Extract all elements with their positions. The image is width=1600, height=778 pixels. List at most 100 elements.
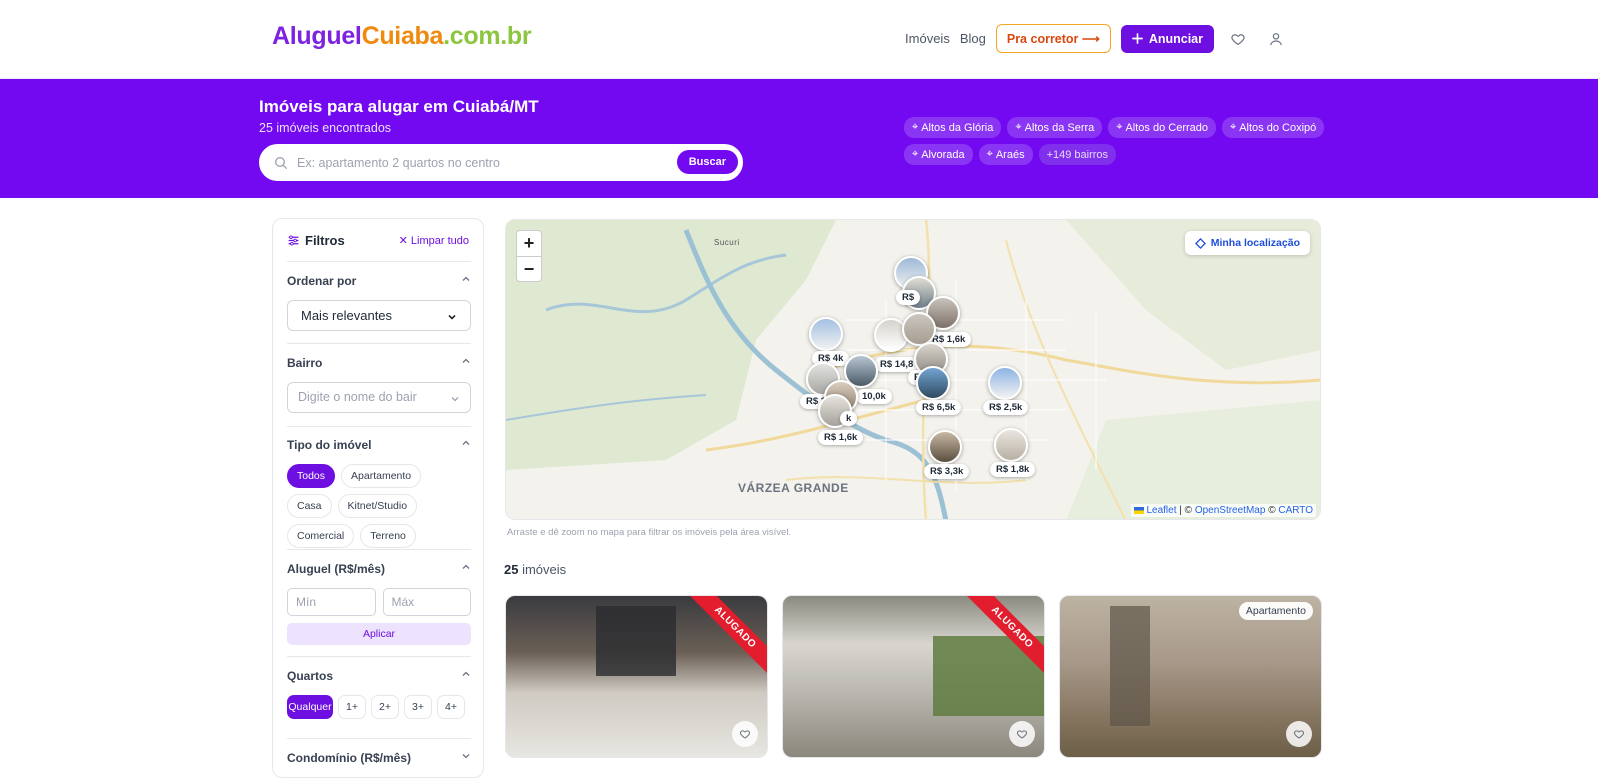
chip-label: Araés	[995, 148, 1025, 161]
card-photo-detail	[596, 606, 676, 676]
map-marker-photo[interactable]	[916, 366, 950, 400]
map-marker-photo[interactable]	[928, 430, 962, 464]
favorites-button[interactable]	[1224, 25, 1252, 53]
pin-icon: ⌖	[1230, 121, 1237, 133]
property-card[interactable]: Apartamento	[1059, 595, 1322, 758]
tipo-option-todos[interactable]: Todos	[287, 464, 336, 488]
user-icon	[1270, 32, 1282, 45]
bairro-input[interactable]: Digite o nome do bair	[287, 382, 471, 413]
quartos-option-1[interactable]: 1+	[338, 695, 366, 719]
map-price-marker[interactable]: R$ 3,3k	[924, 464, 970, 479]
bairro-toggle[interactable]: Bairro	[287, 356, 471, 370]
anunciar-button[interactable]: Anunciar	[1120, 24, 1214, 53]
quartos-option-qualquer[interactable]: Qualquer	[287, 695, 333, 719]
chevron-up-icon	[462, 358, 470, 363]
map-price-marker[interactable]: k	[840, 411, 858, 426]
search-icon	[275, 156, 287, 169]
map-price-marker[interactable]: R$	[896, 290, 921, 305]
search-input[interactable]	[297, 155, 677, 170]
chip-bairro[interactable]: ⌖ Araés	[978, 144, 1033, 165]
quartos-option-2[interactable]: 2+	[371, 695, 399, 719]
condominio-section: Condomínio (R$/mês)	[287, 751, 471, 765]
filters-title: Filtros	[305, 233, 345, 248]
rent-max-input[interactable]: Máx	[382, 588, 471, 616]
properties-map[interactable]: Sucuri VÁRZEA GRANDE + − Minha localizaç…	[505, 219, 1321, 520]
divider	[287, 426, 471, 427]
apply-rent-button[interactable]: Aplicar	[287, 623, 471, 645]
logo-part-aluguel: Aluguel	[272, 22, 362, 50]
chip-bairro[interactable]: ⌖ Altos da Serra	[1007, 117, 1103, 138]
pin-icon: ⌖	[1116, 121, 1123, 133]
tipo-option-terreno[interactable]: Terreno	[360, 524, 416, 548]
aluguel-section: Aluguel (R$/mês) Mín Máx Aplicar	[287, 562, 471, 645]
map-attribution: Leaflet | © OpenStreetMap © CARTO	[1130, 504, 1316, 517]
tipo-option-casa[interactable]: Casa	[287, 494, 332, 518]
osm-link[interactable]: OpenStreetMap	[1195, 505, 1266, 516]
clear-all-button[interactable]: ✕ Limpar tudo	[399, 234, 469, 247]
chip-bairro[interactable]: ⌖ Alvorada	[904, 144, 973, 165]
tipo-option-comercial[interactable]: Comercial	[287, 524, 355, 548]
chip-bairro[interactable]: ⌖ Altos do Coxipó	[1222, 117, 1325, 138]
chip-label: Alvorada	[921, 148, 965, 161]
tipo-toggle[interactable]: Tipo do imóvel	[287, 438, 471, 452]
logo-part-domain: .com.br	[443, 22, 532, 50]
tipo-option-apartamento[interactable]: Apartamento	[341, 464, 422, 488]
zoom-in-button[interactable]: +	[517, 231, 541, 256]
zoom-out-button[interactable]: −	[517, 256, 541, 281]
map-price-marker[interactable]: R$ 1,8k	[990, 462, 1036, 477]
map-marker-photo[interactable]	[994, 428, 1028, 462]
favorite-button[interactable]	[1286, 721, 1312, 747]
filters-header: Filtros	[287, 233, 345, 248]
leaflet-link[interactable]: Leaflet	[1146, 505, 1176, 516]
sort-label: Ordenar por	[287, 274, 357, 288]
site-logo[interactable]: AluguelCuiaba.com.br	[272, 22, 532, 51]
carto-link[interactable]: CARTO	[1278, 505, 1313, 516]
account-button[interactable]	[1262, 25, 1290, 53]
tipo-option-kitnet[interactable]: Kitnet/Studio	[337, 494, 418, 518]
map-price-marker[interactable]: R$ 6,5k	[916, 400, 962, 415]
tipo-label: Tipo do imóvel	[287, 438, 372, 452]
quartos-toggle[interactable]: Quartos	[287, 669, 471, 683]
nav-link-imoveis[interactable]: Imóveis	[905, 31, 950, 46]
buscar-button[interactable]: Buscar	[676, 150, 738, 174]
quartos-option-3[interactable]: 3+	[404, 695, 432, 719]
close-icon: ✕	[398, 235, 411, 247]
map-price-marker[interactable]: 10,0k	[856, 389, 892, 404]
chevron-up-icon	[462, 671, 470, 676]
map-price-marker[interactable]: R$ 1,6k	[818, 430, 864, 445]
nav-link-blog[interactable]: Blog	[960, 31, 986, 46]
property-card[interactable]: ALUGADO	[505, 595, 768, 758]
rent-min-input[interactable]: Mín	[287, 588, 376, 616]
map-price-marker[interactable]: R$ 2,5k	[983, 400, 1029, 415]
quartos-option-4[interactable]: 4+	[437, 695, 465, 719]
aluguel-toggle[interactable]: Aluguel (R$/mês)	[287, 562, 471, 576]
hero-banner: Imóveis para alugar em Cuiabá/MT 25 imóv…	[0, 79, 1598, 198]
property-card[interactable]: ALUGADO	[782, 595, 1045, 758]
sort-toggle[interactable]: Ordenar por	[287, 274, 471, 288]
favorite-button[interactable]	[732, 721, 758, 747]
leaflet-flag-icon	[1133, 506, 1144, 514]
results-count: 25 imóveis	[504, 562, 566, 577]
pra-corretor-button[interactable]: Pra corretor ⟶	[995, 24, 1111, 53]
pin-icon: ⌖	[912, 148, 919, 160]
chevron-up-icon	[462, 564, 470, 569]
heart-icon	[1231, 33, 1245, 45]
favorite-button[interactable]	[1009, 721, 1035, 747]
map-marker-photo[interactable]	[902, 312, 936, 346]
map-marker-photo[interactable]	[988, 366, 1022, 400]
divider	[287, 261, 471, 262]
zoom-control: + −	[516, 230, 542, 282]
chip-bairro[interactable]: ⌖ Altos do Cerrado	[1108, 117, 1217, 138]
results-label: imóveis	[522, 562, 567, 577]
top-navbar: AluguelCuiaba.com.br Imóveis Blog Pra co…	[0, 0, 1600, 79]
map-marker-photo[interactable]	[809, 317, 843, 351]
sort-select[interactable]: Mais relevantes	[287, 300, 471, 331]
chip-more-bairros[interactable]: +149 bairros	[1038, 144, 1117, 165]
chip-bairro[interactable]: ⌖ Altos da Glória	[904, 117, 1002, 138]
anunciar-label: Anunciar	[1148, 31, 1203, 46]
condominio-toggle[interactable]: Condomínio (R$/mês)	[287, 751, 471, 765]
my-location-button[interactable]: Minha localização	[1184, 231, 1310, 255]
map-label-varzea-grande: VÁRZEA GRANDE	[738, 481, 849, 495]
chevron-up-icon	[462, 440, 470, 445]
aluguel-label: Aluguel (R$/mês)	[287, 562, 386, 576]
